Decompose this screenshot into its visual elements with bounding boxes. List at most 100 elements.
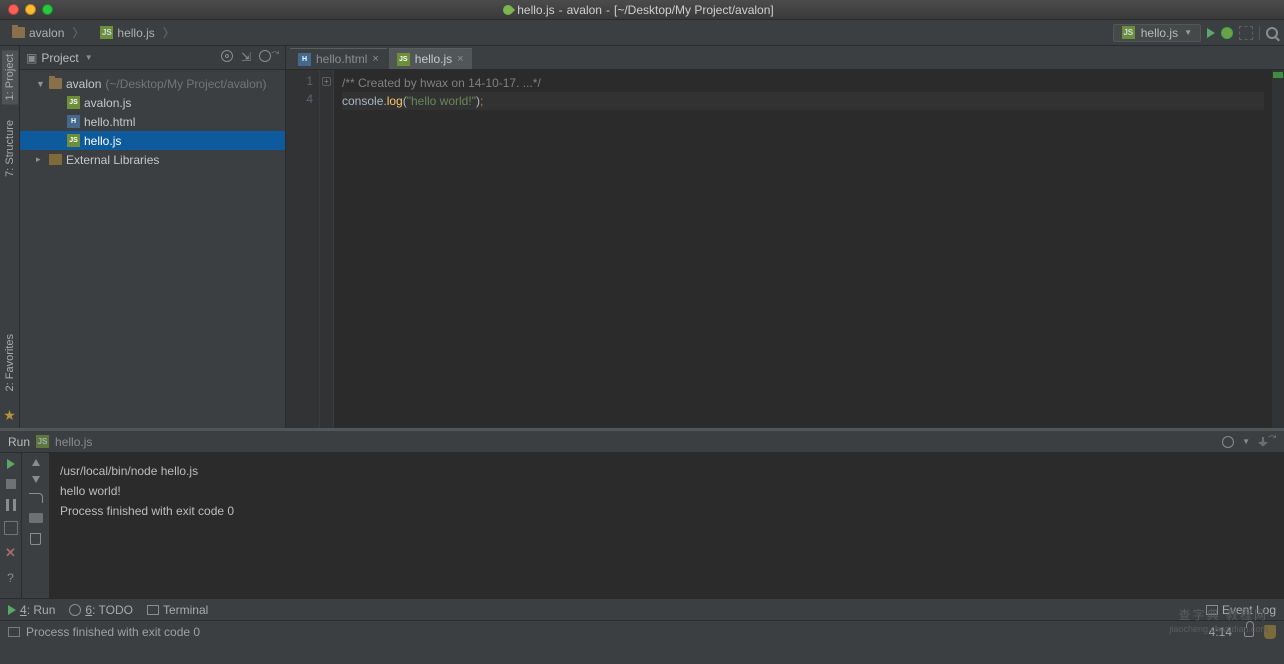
star-icon: ★ (3, 407, 16, 428)
chevron-right-icon: 〉 (163, 24, 175, 41)
line-number[interactable]: 4 (286, 92, 313, 110)
tool-strip-label: 6: TODO (85, 603, 133, 617)
analysis-ok-marker (1273, 72, 1283, 78)
gear-icon[interactable] (259, 50, 271, 62)
fold-column[interactable]: + (320, 70, 334, 428)
minimize-window-button[interactable] (25, 4, 36, 15)
tool-strip-label: 4: Run (20, 603, 55, 617)
soft-wrap-icon[interactable] (29, 493, 43, 503)
tree-row[interactable]: ▸ External Libraries (20, 150, 285, 169)
run-panel-config: hello.js (55, 435, 92, 449)
editor-tab-label: hello.html (316, 52, 367, 66)
chevron-right-icon: 〉 (72, 24, 84, 41)
fold-marker-icon[interactable]: + (322, 77, 331, 86)
code-line[interactable]: /** Created by hwax on 14-10-17. ...*/ (342, 74, 1264, 92)
collapse-all-icon[interactable]: ⇲ (241, 50, 251, 65)
tree-arrow-icon[interactable]: ▼ (36, 79, 45, 89)
left-tool-tabs: 1: Project 7: Structure 2: Favorites ★ (0, 46, 20, 428)
js-file-icon: JS (397, 53, 410, 66)
tree-label: External Libraries (66, 153, 159, 167)
code-editor[interactable]: /** Created by hwax on 14-10-17. ...*/co… (334, 70, 1272, 428)
pin-icon[interactable] (1258, 437, 1268, 447)
editor-tab[interactable]: Hhello.html × (290, 48, 387, 69)
event-log-button[interactable]: Event Log (1206, 603, 1276, 617)
pause-button[interactable] (6, 499, 16, 511)
down-stack-icon[interactable] (32, 476, 40, 483)
chevron-down-icon[interactable]: ▼ (85, 53, 93, 62)
up-stack-icon[interactable] (32, 459, 40, 466)
restore-layout-icon[interactable] (4, 521, 18, 535)
tool-tab-project[interactable]: 1: Project (2, 50, 18, 104)
js-file-icon: JS (36, 435, 49, 448)
clear-all-icon[interactable] (30, 533, 41, 545)
line-number[interactable]: 1 (286, 74, 313, 92)
html-file-icon: H (298, 53, 311, 66)
run-config-label: hello.js (1141, 26, 1178, 40)
title-filename: hello.js (517, 3, 554, 17)
tool-tab-favorites[interactable]: 2: Favorites (2, 330, 18, 395)
tree-row[interactable]: JSavalon.js (20, 93, 285, 112)
terminal-tool-button[interactable]: Terminal (147, 603, 208, 617)
js-file-icon: JS (67, 134, 80, 147)
tree-row[interactable]: Hhello.html (20, 112, 285, 131)
tool-tab-structure[interactable]: 7: Structure (2, 116, 18, 181)
run-tool-button[interactable]: 4: Run (8, 603, 55, 617)
status-bar: Process finished with exit code 0 4:14 (0, 620, 1284, 642)
tree-label: avalon (66, 77, 101, 91)
tree-label: avalon.js (84, 96, 131, 110)
search-everywhere-button[interactable] (1266, 27, 1278, 39)
gear-icon[interactable] (1222, 436, 1234, 448)
title-path: [~/Desktop/My Project/avalon] (614, 3, 774, 17)
breadcrumb-item-project[interactable]: avalon 〉 (6, 23, 90, 42)
navigation-bar: avalon 〉 JS hello.js 〉 JS hello.js ▼ (0, 20, 1284, 46)
code-line[interactable]: console.log("hello world!"); (342, 92, 1264, 110)
terminal-icon (147, 605, 159, 615)
event-log-icon (1206, 605, 1218, 615)
editor-tab[interactable]: JS hello.js × (389, 48, 472, 69)
caret-position[interactable]: 4:14 (1209, 625, 1232, 639)
tree-row[interactable]: JS hello.js (20, 131, 285, 150)
html-file-icon: H (67, 115, 80, 128)
todo-icon (69, 604, 81, 616)
tree-row[interactable]: ▼avalon (~/Desktop/My Project/avalon) (20, 74, 285, 93)
tool-windows-toggle-icon[interactable] (8, 627, 20, 637)
run-button[interactable] (1207, 28, 1215, 38)
folder-icon (49, 78, 62, 89)
chevron-down-icon[interactable]: ▼ (1242, 437, 1250, 446)
js-file-icon: JS (1122, 26, 1135, 39)
coverage-icon[interactable] (1239, 26, 1253, 40)
debug-button[interactable] (1221, 27, 1233, 39)
run-toolbar (22, 453, 50, 598)
stop-button[interactable] (6, 479, 16, 489)
error-stripe[interactable] (1272, 70, 1284, 428)
rerun-button[interactable] (7, 459, 15, 469)
hector-icon[interactable] (1264, 625, 1276, 639)
folder-icon (12, 27, 25, 38)
run-console[interactable]: /usr/local/bin/node hello.jshello world!… (50, 453, 1284, 598)
title-project: avalon (567, 3, 602, 17)
library-icon (49, 154, 62, 165)
run-configuration-selector[interactable]: JS hello.js ▼ (1113, 24, 1201, 42)
scroll-to-source-icon[interactable] (221, 50, 233, 62)
window-titlebar: hello.js - avalon - [~/Desktop/My Projec… (0, 0, 1284, 20)
run-tool-window: Run JS hello.js ▼ ⃕ ✕ ? /usr/local/bin/n… (0, 428, 1284, 598)
close-window-button[interactable] (8, 4, 19, 15)
project-tree[interactable]: ▼avalon (~/Desktop/My Project/avalon)JSa… (20, 70, 285, 173)
close-tab-button[interactable]: ✕ (5, 545, 16, 561)
print-icon[interactable] (29, 513, 43, 523)
zoom-window-button[interactable] (42, 4, 53, 15)
tree-arrow-icon[interactable]: ▸ (36, 154, 45, 165)
lock-icon[interactable] (1244, 627, 1254, 637)
help-icon[interactable]: ? (7, 571, 14, 585)
todo-tool-button[interactable]: 6: TODO (69, 603, 133, 617)
breadcrumb-label: hello.js (117, 26, 154, 40)
editor-gutter[interactable]: 14 (286, 70, 320, 428)
tree-label: hello.js (84, 134, 121, 148)
console-line: Process finished with exit code 0 (60, 501, 1274, 521)
editor-tab-label: hello.js (415, 52, 452, 66)
project-tool-window: ▣ Project ▼ ⇲ ⃕ ▼avalon (~/Desktop/My Pr… (20, 46, 286, 428)
close-tab-icon[interactable]: × (372, 53, 378, 65)
close-tab-icon[interactable]: × (457, 53, 463, 65)
tree-label: hello.html (84, 115, 135, 129)
breadcrumb-item-file[interactable]: JS hello.js 〉 (94, 23, 180, 42)
